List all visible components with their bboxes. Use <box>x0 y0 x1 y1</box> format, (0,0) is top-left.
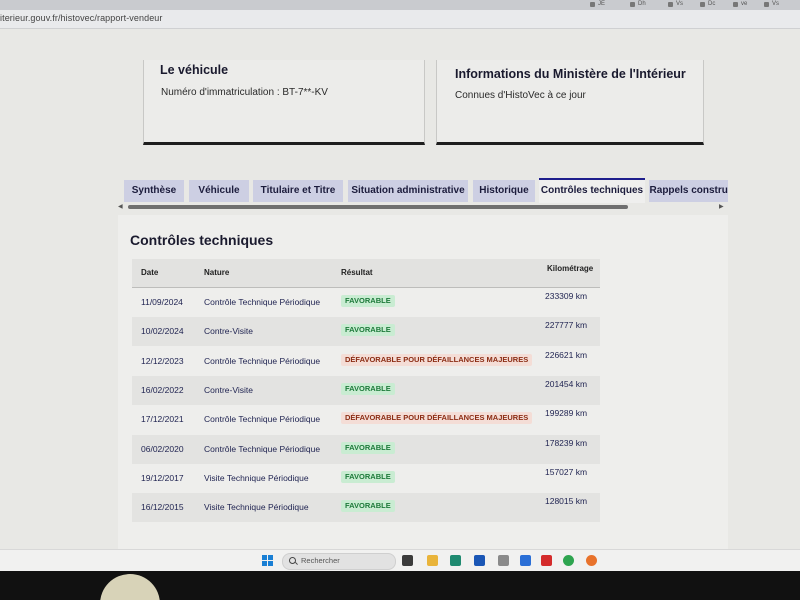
row-kilometrage: 178239 km <box>545 437 588 448</box>
app-icon[interactable] <box>474 555 485 566</box>
tab-historique[interactable]: Historique <box>473 180 535 202</box>
row-nature: Visite Technique Périodique <box>204 472 309 483</box>
search-placeholder: Rechercher <box>301 556 340 565</box>
table-row: 06/02/2020 Contrôle Technique Périodique F… <box>132 434 600 464</box>
table-row: 12/12/2023 Contrôle Technique Périodique D… <box>132 347 600 376</box>
result-badge-defavorable: DÉFAVORABLE POUR DÉFAILLANCES MAJEURES <box>341 353 533 366</box>
browser-tab[interactable]: Dh <box>630 0 646 9</box>
file-explorer-icon[interactable] <box>427 555 438 566</box>
browser-tab[interactable]: Vs <box>764 0 779 9</box>
table-row: 19/12/2017 Visite Technique Périodique FAV… <box>132 464 600 493</box>
header-date: Date <box>141 268 159 277</box>
url-text[interactable]: iterieur.gouv.fr/histovec/rapport-vendeu… <box>0 13 163 23</box>
row-date: 12/12/2023 <box>141 355 184 366</box>
row-nature: Contrôle Technique Périodique <box>204 443 321 454</box>
office-icon[interactable] <box>541 555 552 566</box>
row-nature: Visite Technique Périodique <box>204 502 309 513</box>
browser-tab[interactable]: ve <box>733 0 747 9</box>
result-badge-favorable: FAVORABLE <box>341 470 395 483</box>
vehicle-registration-text: Numéro d'immatriculation : BT-7**-KV <box>161 87 328 98</box>
vehicle-card: Le véhicule Numéro d'immatriculation : B… <box>143 60 425 145</box>
scroll-left-arrow-icon[interactable]: ◀ <box>118 203 123 211</box>
row-nature: Contrôle Technique Périodique <box>204 414 321 425</box>
vehicle-card-title: Le véhicule <box>160 63 229 77</box>
row-kilometrage: 233309 km <box>545 291 588 301</box>
result-badge-defavorable: DÉFAVORABLE POUR DÉFAILLANCES MAJEURES <box>341 412 533 425</box>
row-nature: Contrôle Technique Périodique <box>204 297 321 307</box>
header-resultat: Résultat <box>341 268 373 277</box>
browser-tab[interactable]: JE <box>590 0 605 9</box>
search-icon <box>289 557 296 564</box>
controles-panel: Contrôles techniques Date Nature Résulta… <box>118 215 728 555</box>
table-row: 11/09/2024 Contrôle Technique Périodique F… <box>132 288 600 317</box>
tab-vehicule[interactable]: Véhicule <box>189 180 249 202</box>
row-kilometrage: 199289 km <box>545 408 588 419</box>
row-kilometrage: 128015 km <box>545 496 588 507</box>
firefox-icon[interactable] <box>586 555 597 566</box>
row-date: 19/12/2017 <box>141 472 184 483</box>
row-date: 16/02/2022 <box>141 384 184 395</box>
result-badge-favorable: FAVORABLE <box>341 295 395 307</box>
result-badge-favorable: FAVORABLE <box>341 382 395 395</box>
tab-rappels-constructeur[interactable]: Rappels construc <box>649 180 728 202</box>
row-kilometrage: 157027 km <box>545 466 588 477</box>
ministry-card-title: Informations du Ministère de l'Intérieur <box>455 67 686 81</box>
row-date: 11/09/2024 <box>141 297 183 307</box>
row-kilometrage: 226621 km <box>545 349 588 360</box>
result-badge-favorable: FAVORABLE <box>341 500 395 513</box>
scroll-thumb[interactable] <box>128 205 628 209</box>
row-nature: Contre-Visite <box>204 384 253 395</box>
table-row: 16/02/2022 Contre-Visite FAVORABLE 201454 k… <box>132 375 600 405</box>
table-row: 16/12/2015 Visite Technique Périodique FAV… <box>132 493 600 523</box>
tab-situation-administrative[interactable]: Situation administrative <box>348 180 468 202</box>
app-icon[interactable] <box>520 555 531 566</box>
screen: JE Dh Vs Dc ve Vs iterieur.gouv.fr/histo… <box>0 0 800 600</box>
report-tabs: Synthèse Véhicule Titulaire et Titre Sit… <box>124 178 728 203</box>
header-kilometrage: Kilométrage <box>547 264 594 273</box>
result-badge-favorable: FAVORABLE <box>341 441 395 454</box>
app-icon[interactable] <box>498 555 509 566</box>
browser-tab[interactable]: Dc <box>700 0 715 9</box>
tab-titulaire[interactable]: Titulaire et Titre <box>253 180 343 202</box>
row-date: 06/02/2020 <box>141 443 184 454</box>
address-bar[interactable]: iterieur.gouv.fr/histovec/rapport-vendeu… <box>0 10 800 29</box>
table-row: 17/12/2021 Contrôle Technique Périodique D… <box>132 405 600 434</box>
row-nature: Contre-Visite <box>204 326 253 337</box>
row-date: 17/12/2021 <box>141 414 184 425</box>
row-kilometrage: 227777 km <box>545 320 588 331</box>
tab-synthese[interactable]: Synthèse <box>124 180 184 202</box>
table-header: Date Nature Résultat Kilométrage <box>132 259 600 288</box>
row-date: 10/02/2024 <box>141 326 184 337</box>
windows-start-icon[interactable] <box>262 555 274 567</box>
ministry-card: Informations du Ministère de l'Intérieur… <box>436 60 704 145</box>
tabs-scrollbar[interactable]: ◀ ▶ <box>118 203 728 211</box>
result-badge-favorable: FAVORABLE <box>341 324 395 337</box>
row-nature: Contrôle Technique Périodique <box>204 355 321 366</box>
row-kilometrage: 201454 km <box>545 378 588 389</box>
taskbar-search[interactable]: Rechercher <box>282 553 396 570</box>
tab-controles-techniques[interactable]: Contrôles techniques <box>539 178 645 203</box>
table-row: 10/02/2024 Contre-Visite FAVORABLE 227777 k… <box>132 317 600 347</box>
store-icon[interactable] <box>450 555 461 566</box>
browser-tab-strip: JE Dh Vs Dc ve Vs <box>0 0 800 10</box>
ministry-card-text: Connues d'HistoVec à ce jour <box>455 90 586 101</box>
row-date: 16/12/2015 <box>141 502 184 513</box>
edge-icon[interactable] <box>563 555 574 566</box>
header-nature: Nature <box>204 268 230 277</box>
task-view-icon[interactable] <box>402 555 413 566</box>
browser-tab[interactable]: Vs <box>668 0 683 9</box>
page-content: Le véhicule Numéro d'immatriculation : B… <box>0 29 800 555</box>
taskbar: Rechercher <box>0 549 800 572</box>
section-title: Contrôles techniques <box>130 232 274 248</box>
scroll-right-arrow-icon[interactable]: ▶ <box>719 203 724 211</box>
